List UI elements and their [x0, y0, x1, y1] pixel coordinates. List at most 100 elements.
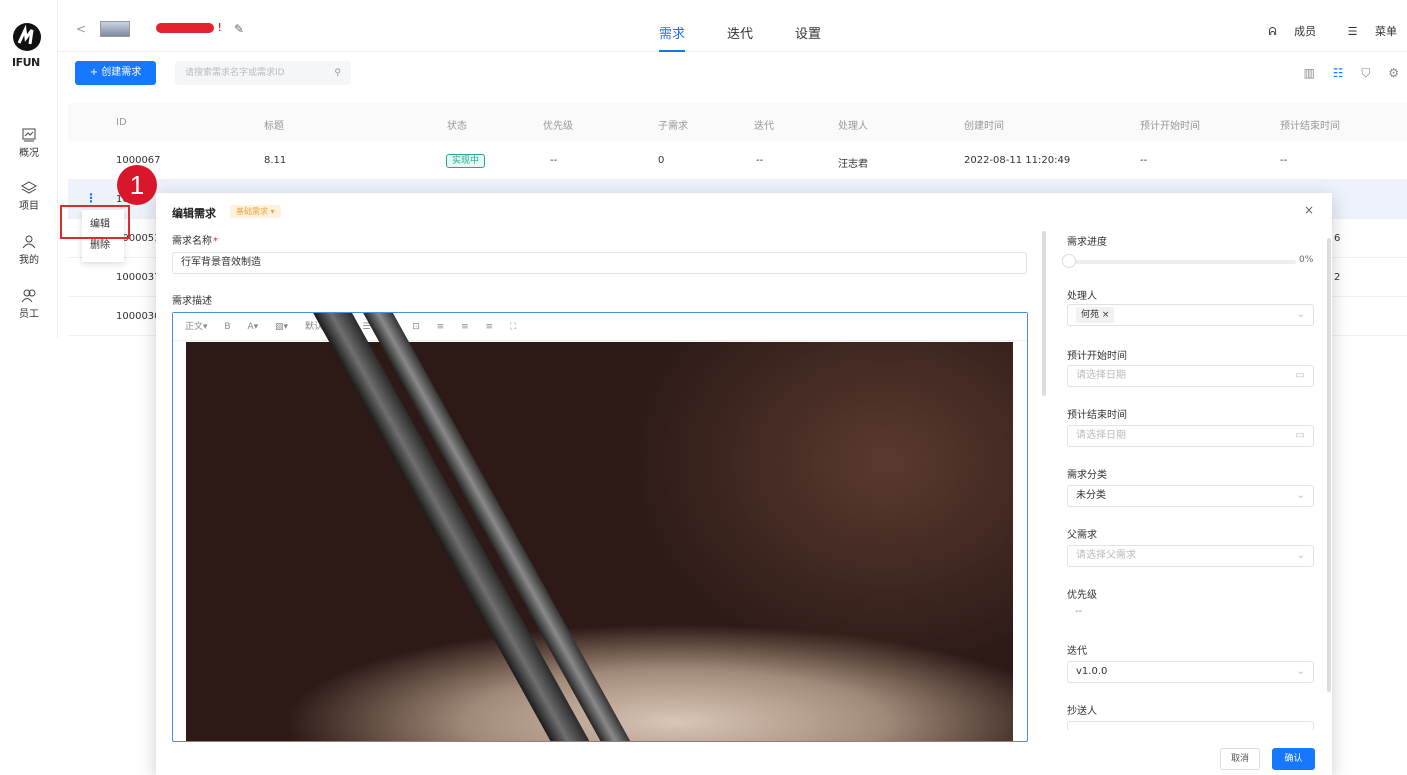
column-header[interactable]: ID: [116, 117, 127, 128]
row-owner: 汪志君: [838, 159, 868, 170]
editor-toolbar: 正文▾ B A▾ ▨▾ 默认字号▾ ☰ ☷ ⊡ ≡ ≡ ≡ ⛶: [173, 313, 1027, 341]
logo-text: IFUN: [12, 56, 40, 69]
confirm-button[interactable]: 确认: [1272, 748, 1315, 770]
column-header[interactable]: 预计结束时间: [1280, 117, 1340, 132]
row-end: 6: [1334, 233, 1341, 244]
panel-scrollbar[interactable]: [1042, 231, 1046, 396]
remove-icon[interactable]: ×: [1102, 310, 1110, 320]
category-value: 未分类: [1076, 490, 1106, 501]
column-header[interactable]: 处理人: [838, 117, 868, 132]
parent-select[interactable]: 请选择父需求 ⌄: [1067, 545, 1314, 567]
status-badge[interactable]: 实现中: [446, 153, 486, 168]
rail-label: 我的: [19, 255, 39, 266]
iteration-label: 迭代: [1067, 646, 1087, 657]
tab-settings[interactable]: 设置: [795, 23, 821, 42]
cancel-button[interactable]: 取消: [1220, 748, 1260, 770]
parent-label: 父需求: [1067, 530, 1097, 541]
create-requirement-button[interactable]: + 创建需求: [75, 61, 156, 85]
end-date-label: 预计结束时间: [1067, 410, 1127, 421]
owner-name: 何苑: [1081, 310, 1100, 320]
menu-label: 菜单: [1375, 25, 1397, 38]
project-name[interactable]: !: [156, 21, 222, 34]
row-end: --: [1280, 155, 1288, 166]
owner-select[interactable]: 何苑 × ⌄: [1067, 304, 1314, 326]
background-color-button[interactable]: ▨▾: [275, 322, 288, 332]
tab-requirements[interactable]: 需求: [659, 23, 686, 52]
fullscreen-icon[interactable]: ⛶: [510, 322, 516, 332]
menu-button[interactable]: ☰ 菜单: [1334, 25, 1397, 38]
edit-icon[interactable]: ✎: [234, 22, 244, 36]
progress-slider-handle[interactable]: [1062, 254, 1076, 268]
close-icon[interactable]: ×: [1304, 203, 1314, 217]
back-icon[interactable]: <: [76, 22, 86, 36]
chevron-down-icon: ⌄: [1296, 309, 1305, 320]
rail-item-projects[interactable]: 项目: [0, 181, 58, 212]
filter-icon[interactable]: ⛉: [1361, 66, 1370, 80]
end-date-input[interactable]: 请选择日期 ▭: [1067, 425, 1314, 447]
column-header[interactable]: 子需求: [658, 117, 688, 132]
more-actions-icon[interactable]: ⋮: [85, 191, 97, 205]
progress-bar[interactable]: [1068, 260, 1296, 264]
search-icon[interactable]: ⚲: [334, 61, 341, 85]
photo-detail: [296, 313, 598, 741]
calendar-icon: ▭: [1295, 430, 1305, 441]
rail-item-staff[interactable]: 员工: [0, 289, 58, 320]
column-header[interactable]: 标题: [264, 117, 284, 132]
cc-select[interactable]: [1067, 721, 1314, 731]
calendar-icon: ▭: [1295, 370, 1305, 381]
priority-value[interactable]: --: [1075, 606, 1082, 617]
align-center-icon[interactable]: ≡: [461, 322, 469, 332]
table-header: ID 标题 状态 优先级 子需求 迭代 处理人 创建时间 预计开始时间 预计结束…: [68, 103, 1407, 141]
members-button[interactable]: ᕱ 成员: [1254, 25, 1316, 38]
header-links: ᕱ 成员 ☰ 菜单: [1240, 23, 1397, 39]
parent-placeholder: 请选择父需求: [1076, 550, 1136, 561]
owner-chip: 何苑 ×: [1076, 307, 1115, 323]
row-id: 1000030: [116, 311, 161, 322]
board-view-icon[interactable]: ▥: [1304, 66, 1315, 80]
row-title[interactable]: 8.11: [264, 155, 286, 166]
description-editor[interactable]: 正文▾ B A▾ ▨▾ 默认字号▾ ☰ ☷ ⊡ ≡ ≡ ≡ ⛶: [172, 312, 1028, 742]
paragraph-style-button[interactable]: 正文▾: [185, 322, 208, 332]
row-id: 1000037: [116, 272, 161, 283]
align-right-icon[interactable]: ≡: [486, 322, 494, 332]
column-header[interactable]: 优先级: [543, 117, 573, 132]
end-date-placeholder: 请选择日期: [1076, 430, 1126, 441]
row-iteration: --: [756, 155, 764, 166]
owner-label: 处理人: [1067, 291, 1097, 302]
tab-iterations[interactable]: 迭代: [727, 23, 753, 42]
bold-button[interactable]: B: [224, 322, 230, 332]
column-header[interactable]: 状态: [447, 117, 467, 132]
column-header[interactable]: 迭代: [754, 117, 774, 132]
description-label: 需求描述: [172, 296, 212, 307]
cc-label: 抄送人: [1067, 706, 1097, 717]
settings-icon[interactable]: ⚙: [1388, 66, 1399, 80]
column-header[interactable]: 预计开始时间: [1140, 117, 1200, 132]
iteration-value: v1.0.0: [1076, 666, 1108, 677]
name-input[interactable]: 行军背景音效制造: [172, 252, 1027, 274]
table-row[interactable]: 1000067 8.11 实现中 -- 0 -- 汪志君 2022-08-11 …: [68, 141, 1407, 180]
align-left-icon[interactable]: ≡: [437, 322, 445, 332]
row-subrequirements: 0: [658, 155, 665, 166]
font-color-button[interactable]: A▾: [247, 322, 258, 332]
chart-icon: [22, 128, 36, 142]
layers-icon: [21, 181, 37, 194]
top-bar: < ! ✎ 需求 迭代 设置 ᕱ 成员 ☰ 菜单: [58, 0, 1407, 52]
row-end: 2: [1334, 272, 1341, 283]
start-date-label: 预计开始时间: [1067, 351, 1127, 362]
column-header[interactable]: 创建时间: [964, 117, 1004, 132]
start-date-input[interactable]: 请选择日期 ▭: [1067, 365, 1314, 387]
rail-item-overview[interactable]: 概况: [0, 128, 58, 159]
chevron-down-icon: ⌄: [1296, 666, 1305, 677]
row-created: 2022-08-11 11:20:49: [964, 155, 1071, 166]
rail-label: 项目: [19, 201, 39, 212]
right-scrollbar[interactable]: [1327, 238, 1331, 692]
iteration-select[interactable]: v1.0.0 ⌄: [1067, 661, 1314, 683]
search-input[interactable]: 请搜索需求名字或需求ID ⚲: [175, 61, 351, 85]
chevron-down-icon: ⌄: [1296, 490, 1305, 501]
image-icon[interactable]: ⊡: [412, 322, 420, 332]
project-thumbnail: [100, 21, 130, 37]
list-view-icon[interactable]: ☷: [1333, 66, 1344, 80]
category-select[interactable]: 未分类 ⌄: [1067, 485, 1314, 507]
rail-item-mine[interactable]: 我的: [0, 235, 58, 266]
requirement-type-select[interactable]: 基础需求 ▾: [230, 205, 281, 218]
